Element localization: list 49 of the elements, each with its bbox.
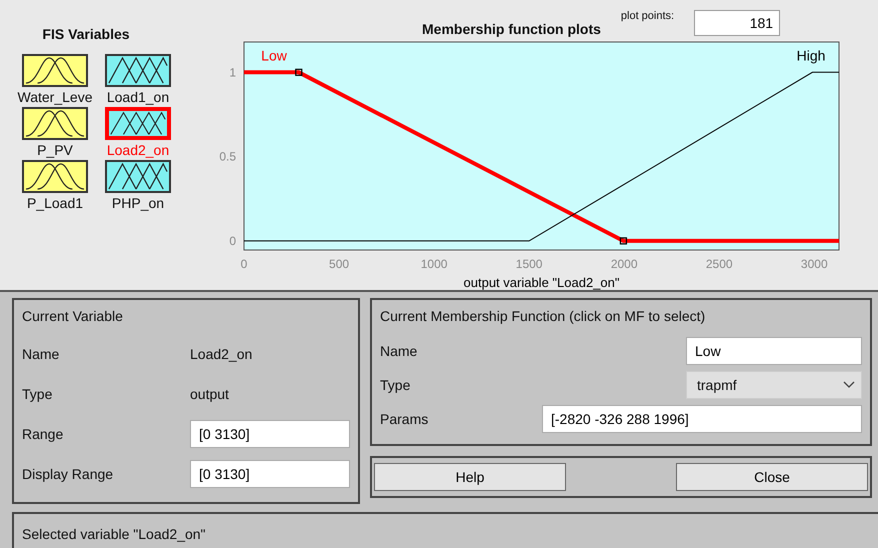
y-tick-label: 1 (229, 65, 236, 80)
type-dropdown[interactable]: trapmf (686, 371, 862, 399)
status-bar: Selected variable "Load2_on" (12, 512, 878, 548)
range-field[interactable]: [0 3130] (190, 420, 350, 448)
field-label: Range (22, 426, 64, 442)
variable-label: P_Load1 (26, 194, 84, 213)
panel-title: Current Membership Function (click on MF to select) (380, 308, 706, 324)
field-value: output (190, 386, 230, 402)
params-field[interactable]: [-2820 -326 288 1996] (542, 405, 862, 433)
x-tick-label: 1000 (420, 256, 448, 271)
variable-tile[interactable] (105, 160, 171, 193)
caret-icon (843, 381, 855, 389)
chart-title: Membership function plots (422, 20, 601, 37)
variable-tile[interactable] (22, 54, 88, 87)
name-field[interactable]: Low (686, 337, 862, 365)
y-tick-label: 0.5 (219, 149, 236, 164)
y-tick-label: 0 (229, 234, 236, 248)
dialog-button[interactable]: Help (374, 463, 566, 491)
field-label: Name (22, 346, 60, 362)
x-tick-label: 1500 (516, 256, 542, 271)
x-tick-label: 500 (329, 256, 350, 271)
range-field[interactable]: [0 3130] (190, 460, 350, 488)
field-label: Display Range (22, 466, 114, 482)
field-label: Type (380, 377, 412, 393)
x-tick-label: 2000 (610, 256, 638, 271)
variable-label: Water_Leve (18, 88, 92, 107)
curve-label: High (796, 47, 826, 64)
curve-label: Low (261, 47, 287, 64)
x-axis-label: output variable "Load2_on" (464, 274, 620, 290)
variable-label: PHP_on (112, 194, 164, 213)
field-value: Load2_on (190, 346, 254, 362)
dialog-button[interactable]: Close (676, 463, 868, 491)
variable-tile[interactable] (105, 54, 171, 87)
variable-tile[interactable] (22, 107, 88, 140)
field-label: Params (380, 411, 430, 427)
panel-title: Current Variable (22, 308, 124, 324)
plot-points-label: plot points: (620, 10, 674, 22)
variable-label: Load2_on (106, 141, 170, 160)
x-tick-label: 3000 (800, 256, 828, 271)
variable-tile[interactable] (105, 107, 171, 140)
variable-tile[interactable] (22, 160, 88, 193)
panel-title: FIS Variables (42, 26, 130, 42)
field-label: Type (22, 386, 54, 402)
x-tick-label: 2500 (706, 256, 733, 271)
plot-points-field[interactable]: 181 (694, 10, 780, 36)
x-tick-label: 0 (240, 256, 248, 271)
variable-label: Load1_on (106, 88, 170, 107)
field-label: Name (380, 343, 418, 359)
variable-label: P_PV (37, 141, 73, 160)
